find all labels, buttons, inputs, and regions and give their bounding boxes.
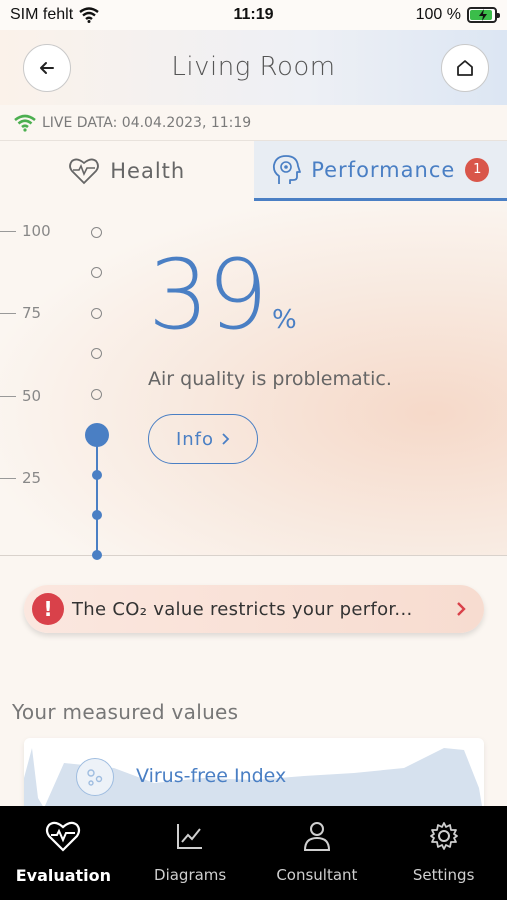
gear-icon	[429, 822, 458, 850]
battery-icon	[467, 7, 500, 23]
person-icon	[303, 822, 330, 851]
live-data-label: LIVE DATA: 04.04.2023, 11:19	[42, 114, 252, 131]
gauge-step-dot-filled	[92, 510, 102, 520]
gauge-fill-line	[96, 436, 98, 556]
chevron-right-icon	[222, 433, 230, 445]
scale-label: 75	[0, 304, 41, 322]
alert-icon: !	[32, 593, 64, 625]
tab-evaluation-label: Evaluation	[15, 866, 112, 885]
live-data-row: LIVE DATA: 04.04.2023, 11:19	[0, 105, 507, 141]
tab-bar-top: Health Performance 1	[0, 141, 507, 201]
tab-diagrams[interactable]: Diagrams	[127, 806, 254, 900]
alert-text: The CO₂ value restricts your perfor...	[72, 598, 413, 620]
tab-settings[interactable]: Settings	[380, 806, 507, 900]
tab-diagrams-label: Diagrams	[154, 866, 227, 884]
performance-gauge: 100 75 50 25 39 % Air quality is problem…	[0, 201, 507, 560]
measured-values-title: Your measured values	[12, 700, 239, 724]
tab-settings-label: Settings	[412, 866, 475, 884]
page-title: Living Room	[171, 52, 336, 82]
bottom-tab-bar: Evaluation Diagrams Consultant Settings	[0, 806, 507, 900]
notification-badge: 1	[465, 157, 490, 182]
heart-pulse-icon	[69, 158, 100, 185]
status-bar: SIM fehlt 11:19 100 %	[0, 0, 507, 30]
scale-label: 50	[0, 387, 41, 405]
wifi-icon	[14, 114, 36, 132]
home-icon	[457, 60, 473, 76]
battery-percent: 100 %	[415, 6, 461, 23]
co2-alert-banner[interactable]: ! The CO₂ value restricts your perfor...	[24, 585, 484, 633]
chart-icon	[177, 824, 203, 849]
card-title: Virus-free Index	[136, 765, 287, 787]
gauge-step-dot-filled	[92, 550, 102, 560]
gauge-step-dot	[91, 227, 102, 238]
gauge-step-dot	[91, 308, 102, 319]
info-button[interactable]: Info	[148, 414, 258, 464]
tab-consultant-label: Consultant	[276, 866, 358, 884]
home-button[interactable]	[441, 44, 489, 92]
tab-health-label: Health	[110, 159, 186, 183]
scale-label: 25	[0, 469, 41, 487]
heart-pulse-icon	[46, 821, 81, 852]
gauge-step-dot	[91, 389, 102, 400]
gauge-current-marker	[85, 423, 109, 447]
virus-icon	[76, 758, 114, 796]
tab-performance-label: Performance	[311, 157, 456, 182]
chevron-right-icon	[457, 602, 466, 616]
app-header: Living Room	[0, 30, 507, 105]
gauge-step-dot	[91, 267, 102, 278]
tab-evaluation[interactable]: Evaluation	[0, 806, 127, 900]
performance-value: 39	[148, 239, 268, 351]
gauge-step-dot-filled	[92, 470, 102, 480]
status-right: 100 %	[415, 6, 500, 24]
head-icon	[273, 154, 302, 184]
air-quality-status: Air quality is problematic.	[148, 368, 392, 390]
tab-consultant[interactable]: Consultant	[254, 806, 381, 900]
info-button-label: Info	[175, 428, 215, 450]
performance-unit: %	[272, 305, 297, 335]
gauge-step-dot	[91, 348, 102, 359]
scale-label: 100	[0, 222, 51, 240]
tab-health[interactable]: Health	[0, 141, 254, 201]
tab-performance[interactable]: Performance 1	[253, 141, 507, 201]
